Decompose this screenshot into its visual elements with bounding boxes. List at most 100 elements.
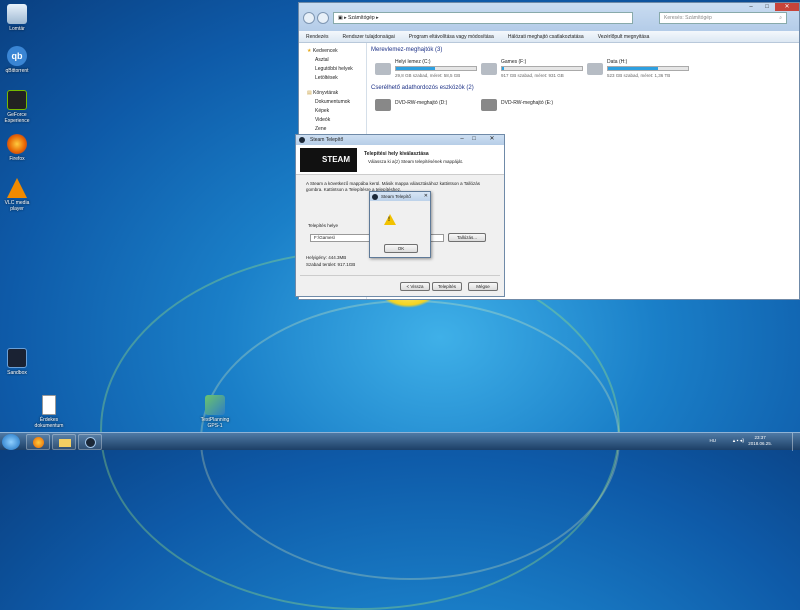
cancel-button[interactable]: Mégse [468, 282, 498, 291]
steam-icon [299, 137, 305, 143]
firefox-icon [7, 134, 27, 154]
hard-drive-icon [481, 63, 497, 75]
back-arrow-icon[interactable] [303, 12, 315, 24]
subheading: Válassza ki a(z) Steam telepítésének map… [368, 159, 464, 164]
divider [300, 275, 500, 276]
space-required: Helyigény: 444.3MB [306, 255, 347, 260]
drive-f[interactable]: Games (F:) 917 GB szabad, méret: 931 GB [481, 59, 591, 83]
forward-arrow-icon[interactable] [317, 12, 329, 24]
address-text: Számítógép [348, 15, 375, 21]
space-available: Szabad terület: 917.1GB [306, 262, 356, 267]
back-button[interactable]: < Vissza [400, 282, 430, 291]
tray-icons[interactable]: ▴ ▪ ◂) [733, 438, 744, 444]
search-icon: ⌕ [779, 15, 782, 21]
heading: Telepítési hely kiválasztása [364, 151, 429, 157]
nav-item-music[interactable]: Zene [307, 125, 366, 134]
taskbar-explorer[interactable] [52, 434, 76, 450]
install-button[interactable]: Telepítés [432, 282, 462, 291]
show-desktop-button[interactable] [792, 433, 800, 451]
nav-label: Könyvtárak [313, 90, 339, 96]
close-button[interactable]: ✕ [424, 192, 428, 201]
desktop-icon-document[interactable]: Érdekes dokumentum [32, 395, 66, 429]
taskbar-steam[interactable] [78, 434, 102, 450]
desktop-icon-sandbox[interactable]: Sandbox [0, 348, 34, 376]
browse-button[interactable]: Tallózás... [448, 233, 486, 242]
desktop-icon-geforce[interactable]: GeForce Experience [0, 90, 34, 124]
taskbar: HU ▴ ▪ ◂) 23:37 2018.06.25. [0, 432, 800, 451]
search-input[interactable]: Keresés: Számítógép ⌕ [659, 12, 787, 24]
steam-icon [372, 194, 378, 200]
drive-usage-fill [502, 67, 504, 70]
exclamation-mark: ! [388, 217, 390, 223]
toolbar-system-properties[interactable]: Rendszer tulajdonságai [336, 34, 402, 40]
date: 2018.06.25. [748, 441, 772, 446]
nav-item-recent[interactable]: Legutóbbi helyek [307, 65, 366, 74]
toolbar-uninstall[interactable]: Program eltávolítása vagy módosítása [402, 34, 501, 40]
nav-label: Kedvencek [312, 48, 338, 54]
desktop-icon-label: TestPlanning GPS-1 [200, 417, 230, 429]
address-bar[interactable]: ▣ ▸ Számítógép ▸ [333, 12, 633, 24]
drive-d[interactable]: DVD-RW-meghajtó (D:) [375, 95, 485, 119]
nav-item-pictures[interactable]: Képek [307, 107, 366, 116]
clock[interactable]: 23:37 2018.06.25. [748, 435, 772, 447]
drive-usage-fill [608, 67, 658, 70]
desktop-icon-recycle-bin[interactable]: Lomtár [0, 4, 34, 32]
drive-name: Data (H:) [607, 59, 628, 65]
group-header-removable[interactable]: Cserélhető adathordozós eszközök (2) [371, 85, 474, 91]
toolbar-map-network-drive[interactable]: Hálózati meghajtó csatlakoztatása [501, 34, 591, 40]
desktop-icon-vlc[interactable]: VLC media player [0, 178, 34, 212]
maximize-button[interactable]: □ [759, 3, 775, 11]
desktop-icon-label: GeForce Experience [4, 112, 30, 124]
minimize-button[interactable]: – [456, 135, 468, 143]
desktop-icon-gps[interactable]: TestPlanning GPS-1 [198, 395, 232, 429]
start-button[interactable] [2, 434, 20, 450]
language-indicator[interactable]: HU [710, 438, 717, 443]
desktop-icon-label: Firefox [9, 156, 25, 162]
drive-h[interactable]: Data (H:) 523 GB szabad, méret: 1,36 TB [587, 59, 697, 83]
desktop-icon-label: Érdekes dokumentum [34, 417, 64, 429]
window-title: Steam Telepítő [310, 137, 344, 143]
nav-item-videos[interactable]: Videók [307, 116, 366, 125]
drive-usage-bar [607, 66, 689, 71]
drive-name: Helyi lemez (C:) [395, 59, 431, 65]
warning-titlebar: Steam Telepítő ✕ [370, 192, 430, 201]
sandbox-icon [7, 348, 27, 368]
ok-button[interactable]: OK [384, 244, 418, 253]
drive-e[interactable]: DVD-RW-meghajtó (E:) [481, 95, 591, 119]
toolbar-control-panel[interactable]: Vezérlőpult megnyitása [591, 34, 657, 40]
steam-titlebar: Steam Telepítő – □ ✕ [296, 135, 504, 145]
minimize-button[interactable]: – [743, 3, 759, 11]
nav-favorites[interactable]: ★ Kedvencek [307, 47, 366, 56]
steam-header: STEAM Telepítési hely kiválasztása Válas… [296, 145, 504, 175]
drive-usage-bar [501, 66, 583, 71]
desktop-icon-qbittorrent[interactable]: qb qBittorrent [0, 46, 34, 74]
desktop-icon-label: Sandbox [7, 370, 27, 376]
group-header-hdd[interactable]: Merevlemez-meghajtók (3) [371, 47, 799, 53]
drive-name: DVD-RW-meghajtó (E:) [501, 100, 554, 106]
drive-space: 523 GB szabad, méret: 1,36 TB [607, 73, 671, 78]
steam-logo: STEAM [300, 148, 357, 172]
drive-c[interactable]: Helyi lemez (C:) 29,8 GB szabad, méret: … [375, 59, 485, 83]
desktop-icon-label: Lomtár [9, 26, 25, 32]
drive-space: 917 GB szabad, méret: 931 GB [501, 73, 564, 78]
nav-libraries[interactable]: ▤ Könyvtárak [307, 89, 366, 98]
explorer-toolbar: Rendezés Rendszer tulajdonságai Program … [299, 31, 799, 43]
document-icon [42, 395, 56, 415]
explorer-titlebar: – □ ✕ ▣ ▸ Számítógép ▸ Keresés: Számítóg… [299, 3, 799, 31]
nav-item-downloads[interactable]: Letöltések [307, 74, 366, 83]
vlc-cone-icon [7, 178, 27, 198]
search-placeholder: Keresés: Számítógép [664, 15, 712, 21]
dvd-drive-icon [481, 99, 497, 111]
nav-item-documents[interactable]: Dokumentumok [307, 98, 366, 107]
close-button[interactable]: ✕ [480, 135, 504, 143]
maximize-button[interactable]: □ [468, 135, 480, 143]
close-button[interactable]: ✕ [775, 3, 799, 11]
desktop-icon-firefox[interactable]: Firefox [0, 134, 34, 162]
nav-item-desktop[interactable]: Asztal [307, 56, 366, 65]
desktop-icon-label: qBittorrent [5, 68, 29, 74]
drive-usage-bar [395, 66, 477, 71]
toolbar-organize[interactable]: Rendezés [299, 34, 336, 40]
drive-name: DVD-RW-meghajtó (D:) [395, 100, 448, 106]
taskbar-firefox[interactable] [26, 434, 50, 450]
desktop-icon-label: VLC media player [4, 200, 30, 212]
